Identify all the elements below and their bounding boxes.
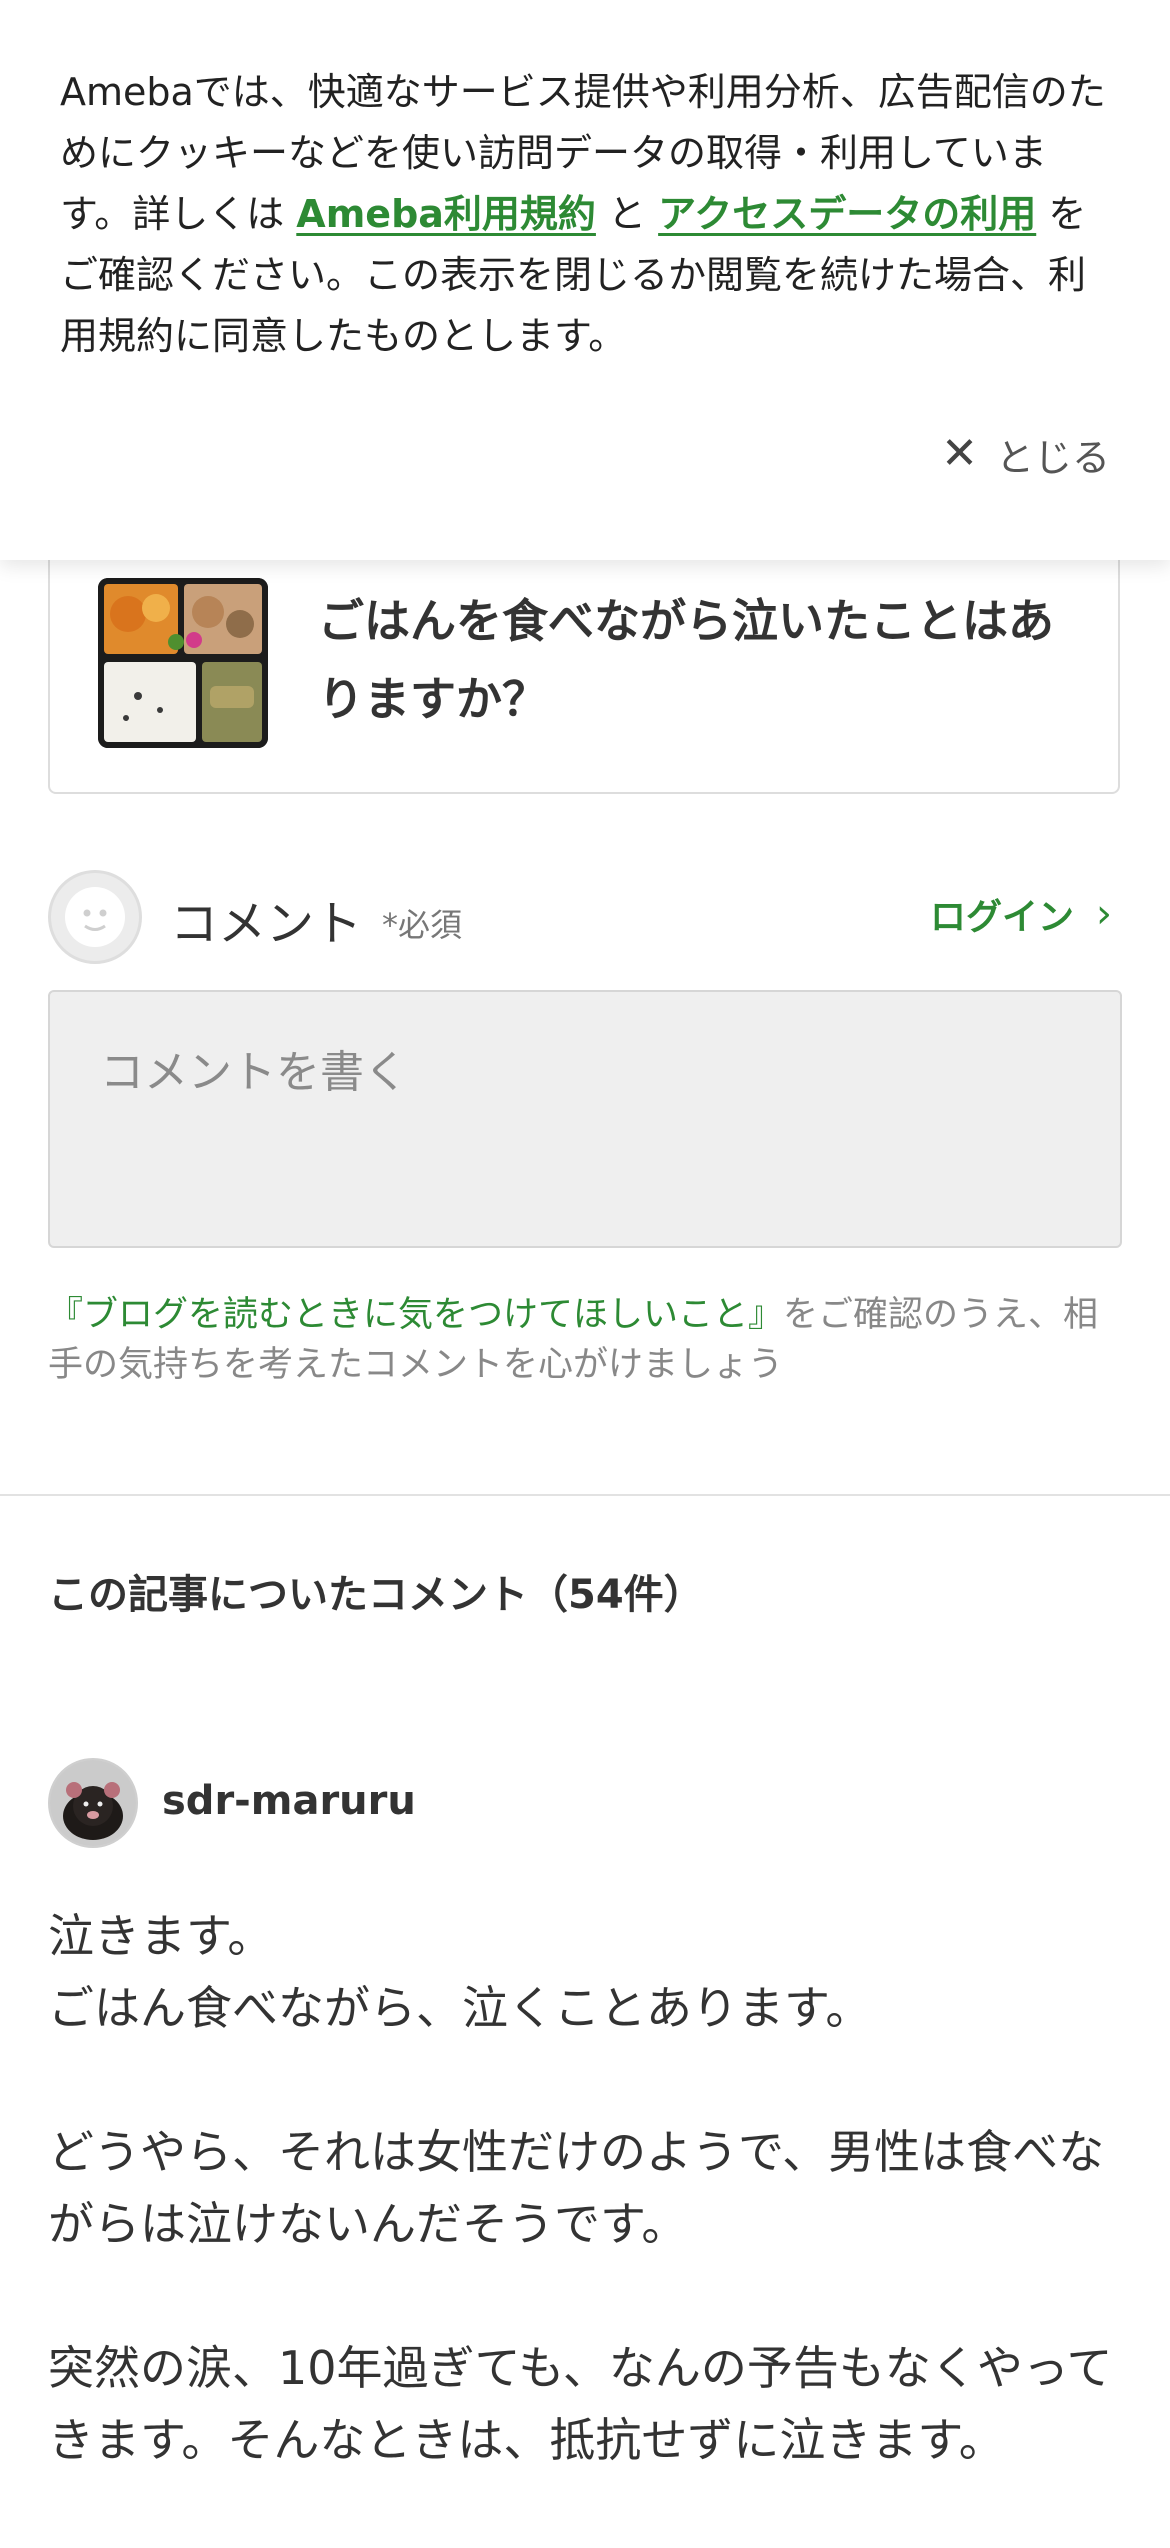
comment-paragraph: どうやら、それは女性だけのようで、男性は食べながらは泣けないんだそうです。 — [48, 2125, 1105, 2251]
cookie-notice-text: Amebaでは、快適なサービス提供や利用分析、広告配信のためにクッキーなどを使い… — [60, 62, 1112, 367]
comment-paragraph: 泣きます。 ごはん食べながら、泣くことあります。 — [48, 1909, 872, 2035]
comment-input[interactable] — [48, 990, 1122, 1248]
close-icon: ✕ — [941, 428, 978, 479]
login-label: ログイン — [929, 897, 1074, 938]
required-label: *必須 — [382, 906, 463, 944]
cookie-banner: Amebaでは、快適なサービス提供や利用分析、広告配信のためにクッキーなどを使い… — [0, 0, 1170, 560]
access-data-link[interactable]: アクセスデータの利用 — [658, 192, 1036, 236]
comment-label: コメント — [170, 896, 363, 952]
article-title[interactable]: ごはんを食べながら泣いたことはありますか？ — [318, 582, 1078, 738]
login-link[interactable]: ログイン › — [930, 888, 1112, 940]
chevron-right-icon: › — [1096, 891, 1112, 937]
commenter-avatar[interactable] — [48, 1758, 138, 1848]
tasmanian-devil-avatar-icon — [50, 1760, 136, 1846]
comment-guideline: 『ブログを読むときに気をつけてほしいこと』をご確認のうえ、相手の気持ちを考えたコ… — [48, 1290, 1128, 1390]
guideline-link[interactable]: 『ブログを読むときに気をつけてほしいこと』 — [48, 1295, 783, 1335]
avatar — [48, 870, 142, 964]
default-avatar-icon — [65, 887, 125, 947]
cookie-close-button[interactable]: ✕ とじる — [941, 422, 1110, 486]
divider — [0, 1494, 1170, 1496]
commenter-name[interactable]: sdr-maruru — [162, 1778, 416, 1824]
cookie-close-label: とじる — [995, 435, 1110, 480]
article-thumbnail — [98, 578, 268, 748]
article-card[interactable]: ごはんを食べながら泣いたことはありますか？ — [48, 530, 1120, 794]
bento-image — [98, 578, 268, 748]
comments-heading: この記事についたコメント（54件） — [48, 1572, 704, 1618]
terms-link[interactable]: Ameba利用規約 — [296, 192, 596, 236]
comment-paragraph: 突然の涙、10年過ぎても、なんの予告もなくやってきます。そんなときは、抵抗せずに… — [48, 2341, 1113, 2467]
comment-body: 泣きます。 ごはん食べながら、泣くことあります。 どうやら、それは女性だけのよう… — [48, 1900, 1128, 2548]
cookie-text-part2: と — [608, 192, 647, 236]
